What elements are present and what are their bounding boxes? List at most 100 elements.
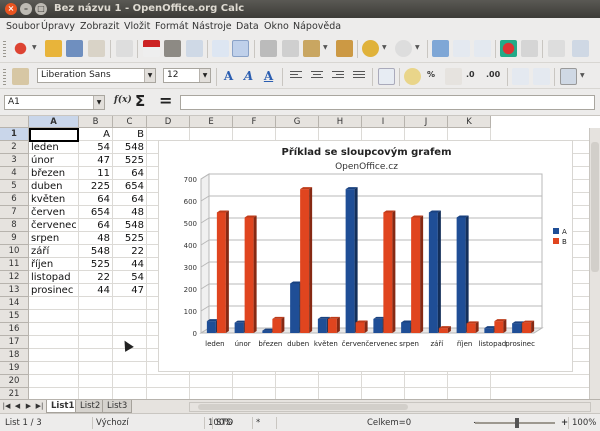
page-style[interactable]: Výchozí [92, 417, 202, 429]
find-replace-icon[interactable] [548, 40, 565, 57]
next-sheet-button[interactable]: ▶ [24, 401, 33, 412]
cell-a12[interactable]: listopad [31, 271, 76, 284]
decrease-indent-icon[interactable] [512, 68, 529, 85]
show-draw-functions-icon[interactable] [521, 40, 538, 57]
formula-input[interactable] [180, 95, 595, 110]
row-header-16[interactable]: 16 [0, 323, 29, 336]
select-all-corner[interactable] [0, 116, 29, 128]
sum-button[interactable]: Σ [135, 92, 145, 110]
increase-indent-icon[interactable] [533, 68, 550, 85]
cell-c12[interactable]: 54 [115, 271, 144, 284]
cell-a7[interactable]: červen [31, 206, 76, 219]
cell-b6[interactable]: 64 [81, 193, 110, 206]
italic-button[interactable]: A [240, 68, 257, 85]
row-header-7[interactable]: 7 [0, 206, 29, 219]
function-button[interactable]: = [159, 91, 172, 110]
cell-c2[interactable]: 548 [115, 141, 144, 154]
row-header-15[interactable]: 15 [0, 310, 29, 323]
cell-b1[interactable]: A [81, 128, 110, 141]
column-header-g[interactable]: G [276, 116, 319, 128]
cell-a8[interactable]: červenec [31, 219, 76, 232]
row-header-21[interactable]: 21 [0, 388, 29, 399]
cell-c3[interactable]: 525 [115, 154, 144, 167]
row-header-6[interactable]: 6 [0, 193, 29, 206]
column-header-j[interactable]: J [405, 116, 448, 128]
sheet-tab-list2[interactable]: List2 [75, 400, 106, 413]
cell-a10[interactable]: září [31, 245, 76, 258]
chevron-down-icon[interactable]: ▼ [93, 96, 104, 109]
cell-c9[interactable]: 525 [115, 232, 144, 245]
scrollbar-thumb[interactable] [591, 142, 599, 272]
cell-c7[interactable]: 48 [115, 206, 144, 219]
currency-format-icon[interactable] [404, 68, 421, 85]
row-header-2[interactable]: 2 [0, 141, 29, 154]
cell-c1[interactable]: B [115, 128, 144, 141]
undo-dropdown-icon[interactable]: ▼ [382, 44, 387, 51]
cell-a13[interactable]: prosinec [31, 284, 76, 297]
insert-mode[interactable]: STD [212, 417, 240, 429]
font-name-select[interactable]: Liberation Sans ▼ [37, 68, 156, 83]
hyperlink-icon[interactable] [432, 40, 449, 57]
cell-b13[interactable]: 44 [81, 284, 110, 297]
styles-formatting-icon[interactable] [12, 68, 29, 85]
new-document-icon[interactable] [12, 40, 29, 57]
cell-b4[interactable]: 11 [81, 167, 110, 180]
insert-chart-icon[interactable] [500, 40, 517, 57]
row-header-20[interactable]: 20 [0, 375, 29, 388]
chevron-down-icon[interactable]: ▼ [199, 69, 210, 82]
vertical-scrollbar[interactable] [589, 128, 600, 399]
menu-zobrazit[interactable]: Zobrazit [80, 21, 119, 32]
row-header-19[interactable]: 19 [0, 362, 29, 375]
minimize-window-button[interactable]: – [20, 3, 32, 15]
row-header-11[interactable]: 11 [0, 258, 29, 271]
cell-c10[interactable]: 22 [115, 245, 144, 258]
sort-ascending-icon[interactable] [453, 40, 470, 57]
paste-dropdown-icon[interactable]: ▼ [323, 44, 328, 51]
menu-nastroje[interactable]: Nástroje [192, 21, 232, 32]
column-header-a[interactable]: A [29, 116, 79, 128]
row-header-14[interactable]: 14 [0, 297, 29, 310]
row-header-9[interactable]: 9 [0, 232, 29, 245]
cell-b5[interactable]: 225 [81, 180, 110, 193]
menu-napoveda[interactable]: Nápověda [293, 21, 341, 32]
align-right-icon[interactable] [331, 69, 345, 83]
percent-format-icon[interactable]: % [427, 70, 435, 79]
menu-soubor[interactable]: Soubor [6, 21, 40, 32]
first-sheet-button[interactable]: |◀ [2, 401, 11, 412]
cell-b9[interactable]: 48 [81, 232, 110, 245]
bold-button[interactable]: A [220, 68, 237, 85]
column-header-d[interactable]: D [147, 116, 190, 128]
cell-c4[interactable]: 64 [115, 167, 144, 180]
chevron-down-icon[interactable]: ▼ [144, 69, 155, 82]
align-center-icon[interactable] [310, 69, 324, 83]
clone-formatting-icon[interactable] [336, 40, 353, 57]
menu-data[interactable]: Data [236, 21, 259, 32]
cell-b10[interactable]: 548 [81, 245, 110, 258]
align-left-icon[interactable] [289, 69, 303, 83]
column-header-e[interactable]: E [190, 116, 233, 128]
standard-format-icon[interactable] [445, 68, 462, 85]
delete-decimal-icon[interactable]: .00 [486, 70, 500, 79]
selection-mode[interactable]: * [252, 417, 272, 429]
scrollbar-thumb[interactable] [198, 404, 408, 410]
underline-button[interactable]: A [260, 68, 277, 85]
row-header-10[interactable]: 10 [0, 245, 29, 258]
font-size-select[interactable]: 12 ▼ [163, 68, 211, 83]
cell-a5[interactable]: duben [31, 180, 76, 193]
cell-c6[interactable]: 64 [115, 193, 144, 206]
cell-c5[interactable]: 654 [115, 180, 144, 193]
cell-b3[interactable]: 47 [81, 154, 110, 167]
row-header-17[interactable]: 17 [0, 336, 29, 349]
column-header-k[interactable]: K [448, 116, 491, 128]
last-sheet-button[interactable]: ▶| [35, 401, 44, 412]
cell-b8[interactable]: 64 [81, 219, 110, 232]
cell-b12[interactable]: 22 [81, 271, 110, 284]
cell-a9[interactable]: srpen [31, 232, 76, 245]
justify-icon[interactable] [352, 69, 366, 83]
row-header-13[interactable]: 13 [0, 284, 29, 297]
autospellcheck-icon[interactable] [232, 40, 249, 57]
save-icon[interactable] [66, 40, 83, 57]
cell-a11[interactable]: říjen [31, 258, 76, 271]
cell-a4[interactable]: březen [31, 167, 76, 180]
print-preview-icon[interactable] [186, 40, 203, 57]
